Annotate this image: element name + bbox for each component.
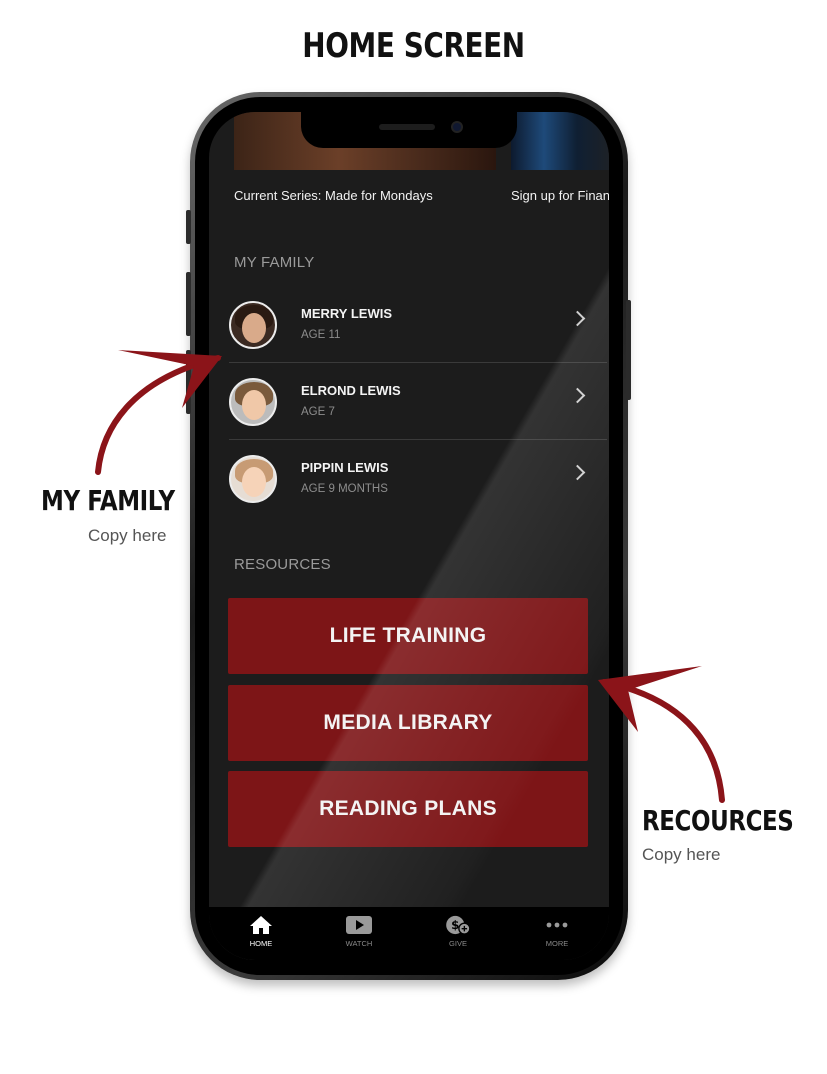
resources-annotation-title: RECOURCES xyxy=(642,804,794,837)
member-age: AGE 7 xyxy=(301,406,335,418)
member-name: ELROND LEWIS xyxy=(301,383,401,398)
chevron-right-icon xyxy=(569,464,586,481)
front-camera-icon xyxy=(451,121,463,133)
tab-label: WATCH xyxy=(345,939,373,948)
member-name: MERRY LEWIS xyxy=(301,306,393,321)
play-icon xyxy=(346,916,372,934)
avatar xyxy=(229,378,277,426)
my-family-arrow-icon xyxy=(95,350,222,475)
svg-text:$: $ xyxy=(451,918,459,932)
volume-up-button xyxy=(186,272,191,336)
power-button xyxy=(626,300,631,400)
chevron-right-icon xyxy=(569,310,586,327)
banner-card-2-image[interactable] xyxy=(511,112,609,170)
resources-annotation-copy: Copy here xyxy=(642,845,721,864)
family-member-row[interactable]: MERRY LEWIS AGE 11 xyxy=(229,286,607,363)
give-icon: $ xyxy=(446,915,471,935)
tab-label: MORE xyxy=(545,939,569,948)
home-icon xyxy=(250,916,272,934)
life-training-button[interactable]: LIFE TRAINING xyxy=(228,598,588,674)
notch xyxy=(301,112,517,148)
resources-heading: RESOURCES xyxy=(234,556,331,573)
reading-plans-button[interactable]: READING PLANS xyxy=(228,771,588,847)
speaker-grille xyxy=(379,124,435,130)
banner-card-1-caption[interactable]: Current Series: Made for Mondays xyxy=(234,188,433,203)
my-family-annotation-title: MY FAMILY xyxy=(41,484,175,517)
family-member-row[interactable]: PIPPIN LEWIS AGE 9 MONTHS xyxy=(229,440,607,517)
avatar xyxy=(229,301,277,349)
more-icon xyxy=(546,922,568,928)
my-family-heading: MY FAMILY xyxy=(234,254,315,271)
phone-screen: Current Series: Made for Mondays Sign up… xyxy=(209,112,609,960)
tab-home[interactable]: HOME xyxy=(231,915,291,948)
tab-label: HOME xyxy=(249,939,273,948)
member-age: AGE 9 MONTHS xyxy=(301,483,388,495)
family-member-row[interactable]: ELROND LEWIS AGE 7 xyxy=(229,363,607,440)
avatar xyxy=(229,455,277,503)
mute-switch xyxy=(186,210,191,244)
resources-arrow-icon xyxy=(598,666,725,803)
tab-bar: HOME WATCH $ GIVE MORE xyxy=(209,907,609,960)
member-name: PIPPIN LEWIS xyxy=(301,460,389,475)
banner-card-2-caption[interactable]: Sign up for Finan xyxy=(511,188,609,203)
tab-label: GIVE xyxy=(449,939,467,948)
tab-more[interactable]: MORE xyxy=(527,915,587,948)
page-title: HOME SCREEN xyxy=(302,26,525,66)
media-library-button[interactable]: MEDIA LIBRARY xyxy=(228,685,588,761)
member-age: AGE 11 xyxy=(301,329,341,341)
my-family-annotation-copy: Copy here xyxy=(88,526,167,545)
tab-give[interactable]: $ GIVE xyxy=(428,915,488,948)
tab-watch[interactable]: WATCH xyxy=(329,915,389,948)
chevron-right-icon xyxy=(569,387,586,404)
